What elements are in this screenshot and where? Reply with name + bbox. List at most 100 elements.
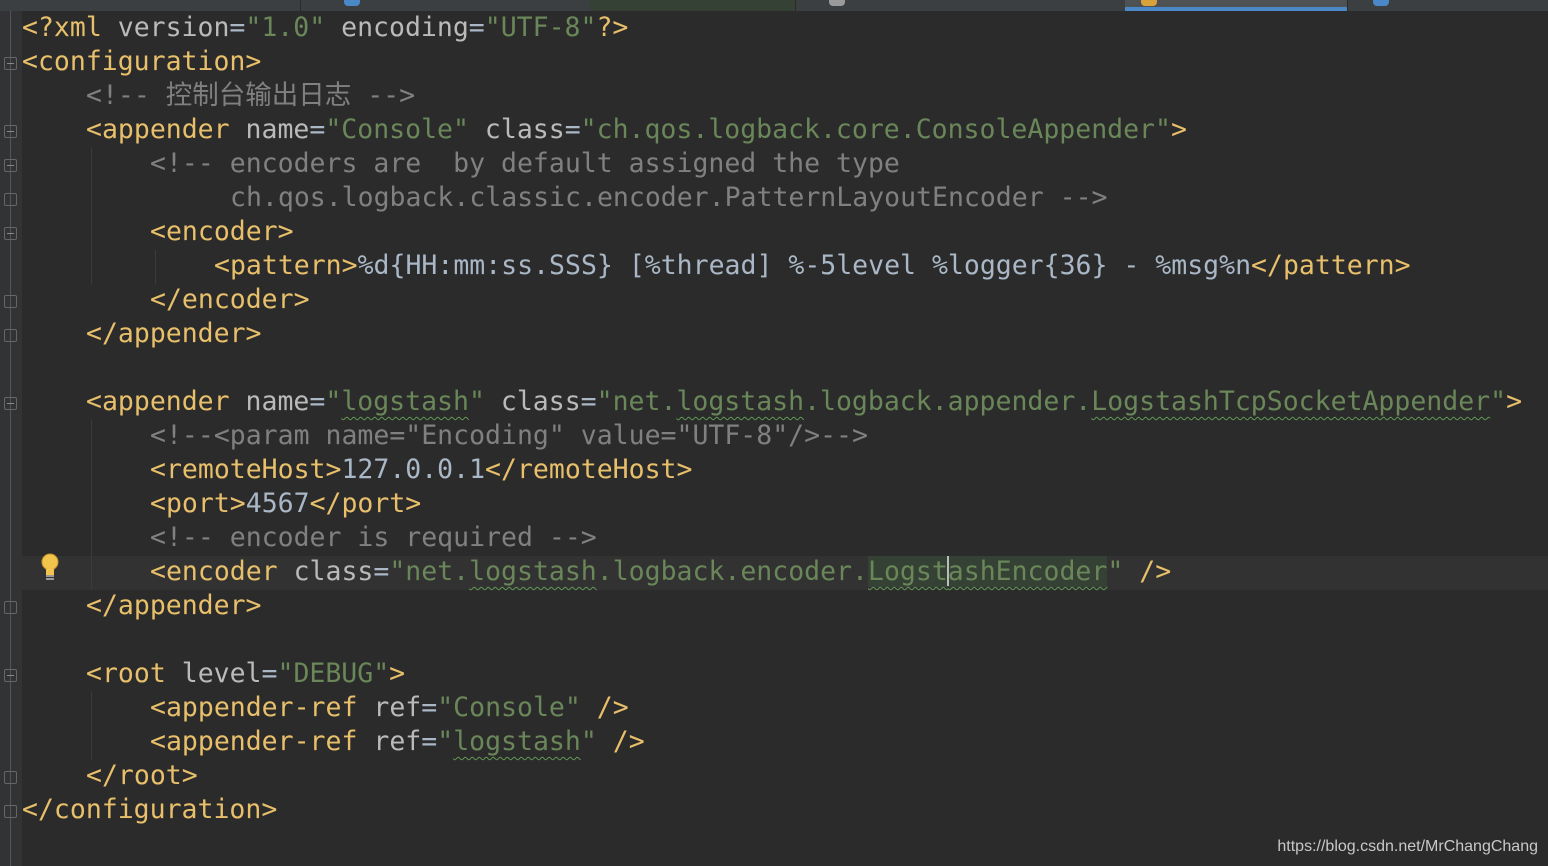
code-line-current[interactable]: <encoder class="net.logstash.logback.enc…: [22, 555, 1171, 589]
file-type-icon: [829, 0, 845, 6]
attribute-value: "ch.qos.logback.core.ConsoleAppender": [580, 114, 1171, 145]
fold-marker-icon[interactable]: [4, 329, 17, 342]
code-line[interactable]: <configuration>: [22, 45, 261, 79]
attribute-name: name: [245, 114, 310, 145]
fold-marker-icon[interactable]: [4, 125, 17, 138]
attribute-value: ": [468, 386, 485, 417]
attribute-value: "DEBUG": [277, 658, 390, 689]
editor-tab[interactable]: [590, 0, 796, 11]
tag-bracket: >: [1170, 114, 1187, 145]
code-line[interactable]: <!-- 控制台输出日志 -->: [22, 79, 415, 113]
tag-text: %d{HH:mm:ss.SSS} [%thread] %-5level %log…: [357, 250, 1252, 281]
code-line[interactable]: </appender>: [22, 589, 262, 623]
typo-highlight: logstash: [341, 386, 469, 417]
editor-tab[interactable]: [1347, 0, 1548, 11]
attribute-value: ": [1107, 556, 1124, 587]
code-line[interactable]: <pattern>%d{HH:mm:ss.SSS} [%thread] %-5l…: [22, 249, 1411, 283]
attribute-value: ": [437, 726, 454, 757]
xml-tag: </appender>: [86, 590, 262, 621]
tag-bracket: >: [389, 658, 406, 689]
fold-marker-icon[interactable]: [4, 193, 17, 206]
equals-sign: =: [309, 114, 326, 145]
equals-sign: =: [421, 726, 438, 757]
xml-tag: </appender>: [86, 318, 262, 349]
attribute-name: ref: [373, 692, 422, 723]
xml-tag: <remoteHost>: [150, 454, 342, 485]
code-line[interactable]: </encoder>: [22, 283, 310, 317]
fold-marker-icon[interactable]: [4, 57, 17, 70]
attribute-name: encoding: [341, 12, 469, 43]
xml-tag: </root>: [86, 760, 198, 791]
xml-tag: </remoteHost>: [485, 454, 693, 485]
attribute-value: "1.0": [245, 12, 326, 43]
equals-sign: =: [309, 386, 326, 417]
attribute-value: .logback.encoder.: [596, 556, 868, 587]
editor-tab[interactable]: [300, 0, 591, 11]
xml-comment: ch.qos.logback.classic.encoder.PatternLa…: [230, 182, 1108, 213]
xml-file-icon: [1141, 0, 1157, 6]
file-type-icon: [1373, 0, 1389, 6]
code-line[interactable]: <appender name="Console" class="ch.qos.l…: [22, 113, 1187, 147]
attribute-name: class: [484, 114, 565, 145]
fold-marker-icon[interactable]: [4, 601, 17, 614]
editor-tab-bar: [0, 0, 1548, 11]
attribute-value: "net.: [389, 556, 470, 587]
xml-tag: <appender: [86, 386, 246, 417]
editor-tab[interactable]: [795, 0, 1126, 11]
editor-tab[interactable]: [0, 0, 301, 11]
code-line[interactable]: <!-- encoders are by default assigned th…: [22, 147, 900, 181]
code-line[interactable]: <remoteHost>127.0.0.1</remoteHost>: [22, 453, 692, 487]
typo-highlight: logstash: [453, 726, 581, 757]
typo-highlight: ashEncoder: [947, 556, 1108, 587]
code-line[interactable]: <!--<param name="Encoding" value="UTF-8"…: [22, 419, 868, 453]
tag-bracket: >: [1506, 386, 1523, 417]
fold-marker-icon[interactable]: [4, 295, 17, 308]
tag-text: 4567: [245, 488, 310, 519]
fold-marker-icon[interactable]: [4, 771, 17, 784]
xml-declaration: <?xml: [22, 12, 118, 43]
fold-marker-icon[interactable]: [4, 159, 17, 172]
code-line[interactable]: <appender-ref ref="logstash" />: [22, 725, 645, 759]
code-line[interactable]: <?xml version="1.0" encoding="UTF-8"?>: [22, 11, 628, 45]
xml-tag: </pattern>: [1251, 250, 1411, 281]
xml-comment: <!-- 控制台输出日志 -->: [86, 80, 416, 111]
equals-sign: =: [261, 658, 278, 689]
xml-tag: <appender-ref: [150, 692, 374, 723]
file-type-icon: [344, 0, 360, 6]
editor-tab-active[interactable]: [1125, 0, 1348, 11]
fold-marker-icon[interactable]: [4, 227, 17, 240]
code-editor[interactable]: <?xml version="1.0" encoding="UTF-8"?> <…: [0, 11, 1548, 866]
code-line[interactable]: </root>: [22, 759, 198, 793]
code-line[interactable]: <appender name="logstash" class="net.log…: [22, 385, 1522, 419]
fold-marker-icon[interactable]: [4, 669, 17, 682]
attribute-value: ": [1490, 386, 1507, 417]
attribute-name: level: [181, 658, 262, 689]
attribute-value: ": [580, 726, 597, 757]
code-line[interactable]: <encoder>: [22, 215, 294, 249]
xml-comment: <!-- encoder is required -->: [150, 522, 597, 553]
fold-marker-icon[interactable]: [4, 805, 17, 818]
attribute-name: name: [245, 386, 310, 417]
code-line[interactable]: ch.qos.logback.classic.encoder.PatternLa…: [22, 181, 1108, 215]
code-line[interactable]: <port>4567</port>: [22, 487, 421, 521]
code-line[interactable]: <appender-ref ref="Console" />: [22, 691, 629, 725]
xml-tag: </port>: [309, 488, 422, 519]
xml-tag: <appender-ref: [150, 726, 374, 757]
xml-tag: </configuration>: [22, 794, 278, 825]
equals-sign: =: [373, 556, 390, 587]
attribute-name: class: [500, 386, 581, 417]
code-line[interactable]: <!-- encoder is required -->: [22, 521, 597, 555]
fold-marker-icon[interactable]: [4, 397, 17, 410]
code-line[interactable]: </appender>: [22, 317, 262, 351]
code-line[interactable]: </configuration>: [22, 793, 277, 827]
xml-tag: <encoder>: [150, 216, 294, 247]
tag-text: 127.0.0.1: [341, 454, 486, 485]
attribute-name: class: [293, 556, 374, 587]
code-line[interactable]: <root level="DEBUG">: [22, 657, 405, 691]
xml-tag: <encoder: [150, 556, 294, 587]
equals-sign: =: [229, 12, 246, 43]
xml-tag: <configuration>: [22, 46, 262, 77]
attribute-name: ref: [373, 726, 422, 757]
